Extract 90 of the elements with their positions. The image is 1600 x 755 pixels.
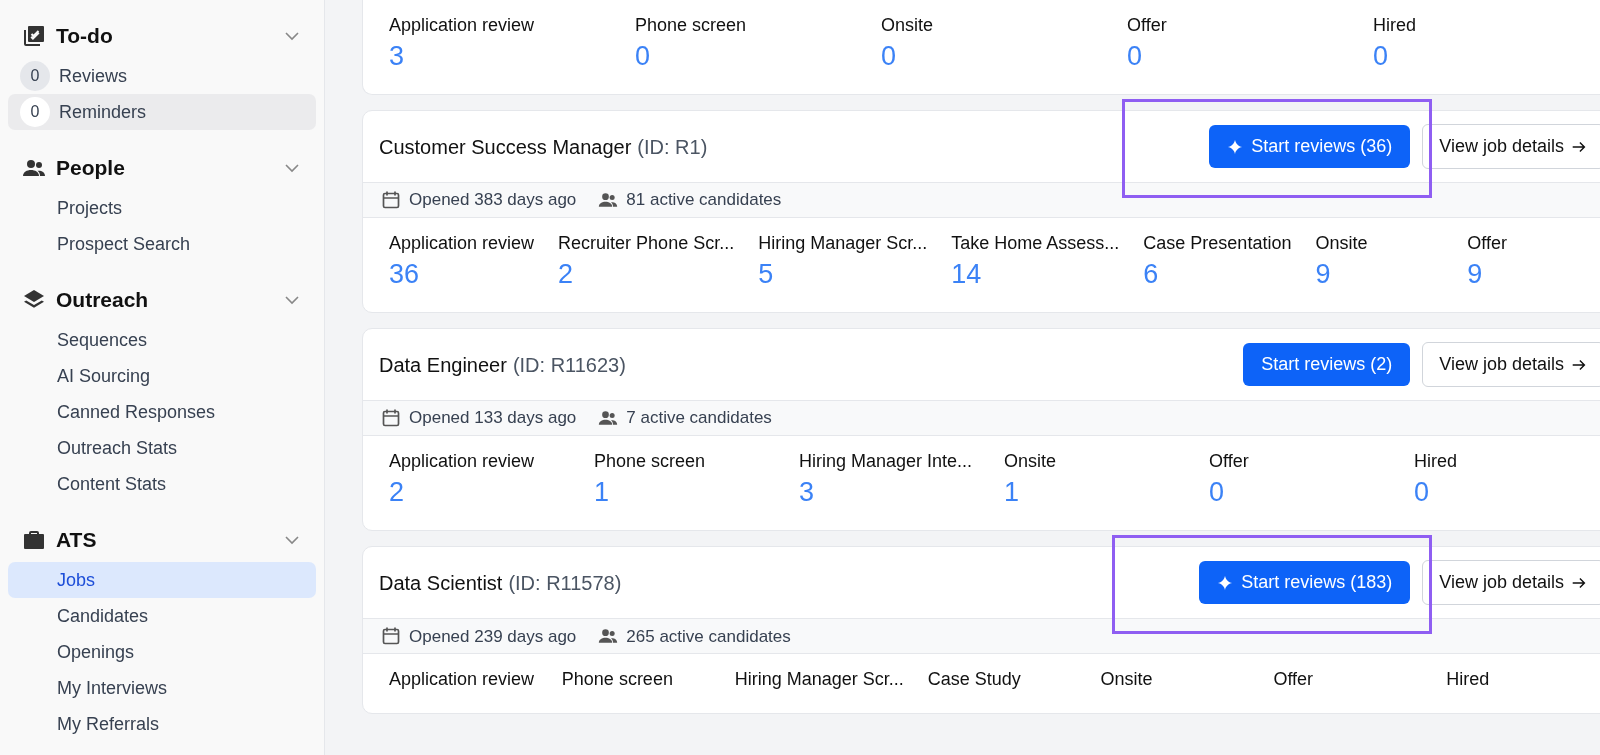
stage-label: Hired bbox=[1414, 450, 1458, 474]
stage-label: Phone screen bbox=[594, 450, 707, 474]
sidebar-item[interactable]: Outreach Stats bbox=[8, 430, 316, 466]
stage-count[interactable]: 1 bbox=[1004, 475, 1185, 511]
view-job-details-button[interactable]: View job details bbox=[1422, 560, 1600, 606]
stage-label: Case Study bbox=[927, 668, 1022, 692]
sidebar-item[interactable]: Projects bbox=[8, 190, 316, 226]
job-title: Data Engineer bbox=[379, 352, 507, 378]
stage-count[interactable]: 14 bbox=[951, 257, 1120, 293]
briefcase-icon bbox=[22, 528, 46, 552]
stage-count[interactable]: 36 bbox=[389, 257, 535, 293]
stage-label: Hired bbox=[1446, 668, 1491, 692]
stage-label: Phone screen bbox=[561, 668, 674, 692]
stage-label: Hiring Manager Inte... bbox=[799, 450, 974, 474]
stage-label: Application review bbox=[389, 232, 535, 256]
sidebar-item[interactable]: 0 Reviews bbox=[8, 58, 316, 94]
calendar-icon bbox=[381, 626, 401, 647]
stage-label: Onsite bbox=[1004, 450, 1058, 474]
sparkle-icon bbox=[1227, 138, 1244, 155]
stage-label: Onsite bbox=[1315, 232, 1369, 256]
candidates-text: 7 active candidates bbox=[626, 407, 772, 430]
candidates-text: 81 active candidates bbox=[626, 189, 782, 212]
sidebar-item[interactable]: Openings bbox=[8, 634, 316, 670]
stage-count[interactable]: 9 bbox=[1315, 257, 1444, 293]
job-id: (ID: R1) bbox=[637, 134, 708, 160]
sidebar-item[interactable]: My Interviews bbox=[8, 670, 316, 706]
stage-count[interactable]: 3 bbox=[389, 39, 611, 75]
sidebar-item-label: Reviews bbox=[59, 64, 128, 88]
stage-label: Onsite bbox=[881, 14, 935, 37]
job-title: Customer Success Manager bbox=[379, 134, 632, 160]
start-reviews-button[interactable]: Start reviews (36) bbox=[1209, 125, 1411, 169]
calendar-icon bbox=[381, 408, 401, 429]
stage-count[interactable]: 0 bbox=[1209, 475, 1390, 511]
sidebar-item[interactable]: Sequences bbox=[8, 322, 316, 358]
start-reviews-button[interactable]: Start reviews (2) bbox=[1243, 343, 1411, 387]
section-title[interactable]: Outreach bbox=[56, 284, 149, 316]
stage-label: Hiring Manager Scr... bbox=[758, 232, 928, 256]
opened-text: Opened 383 days ago bbox=[409, 189, 577, 212]
section-title[interactable]: To-do bbox=[56, 20, 113, 52]
count-badge: 0 bbox=[20, 61, 50, 91]
stage-label: Offer bbox=[1273, 668, 1315, 692]
stage-count[interactable]: 0 bbox=[1414, 475, 1595, 511]
sparkle-icon bbox=[1217, 574, 1234, 591]
sidebar-item[interactable]: AI Sourcing bbox=[8, 358, 316, 394]
opened-text: Opened 239 days ago bbox=[409, 625, 577, 648]
stage-label: Take Home Assess... bbox=[951, 232, 1120, 256]
stage-label: Case Presentation bbox=[1143, 232, 1292, 256]
section-title[interactable]: ATS bbox=[56, 524, 97, 556]
section-title[interactable]: People bbox=[56, 152, 125, 184]
count-badge: 0 bbox=[20, 97, 50, 127]
view-job-details-button[interactable]: View job details bbox=[1422, 342, 1600, 388]
stage-label: Application review bbox=[389, 14, 536, 37]
calendar-icon bbox=[381, 190, 401, 211]
stage-label: Recruiter Phone Scr... bbox=[558, 232, 735, 256]
stage-label: Hired bbox=[1373, 14, 1417, 37]
sidebar-item[interactable]: Jobs bbox=[8, 562, 316, 598]
start-reviews-button[interactable]: Start reviews (183) bbox=[1199, 561, 1411, 605]
stage-count[interactable]: 0 bbox=[1373, 39, 1595, 75]
sidebar-item[interactable]: Content Stats bbox=[8, 466, 316, 502]
stage-count[interactable]: 2 bbox=[558, 257, 735, 293]
sidebar-item[interactable]: Canned Responses bbox=[8, 394, 316, 430]
view-job-details-button[interactable]: View job details bbox=[1422, 124, 1600, 170]
stage-count[interactable]: 0 bbox=[1127, 39, 1349, 75]
sidebar-item[interactable]: Prospect Search bbox=[8, 226, 316, 262]
stage-count[interactable]: 5 bbox=[758, 257, 928, 293]
stage-count[interactable]: 9 bbox=[1467, 257, 1595, 293]
sidebar-item[interactable]: 0 Reminders bbox=[8, 94, 316, 130]
stage-label: Application review bbox=[389, 450, 536, 474]
sidebar-item[interactable]: My Referrals bbox=[8, 706, 316, 742]
checklist-icon bbox=[22, 24, 46, 48]
sidebar-item-label: Reminders bbox=[59, 100, 147, 124]
stage-label: Offer bbox=[1127, 14, 1168, 37]
stage-count[interactable]: 2 bbox=[389, 475, 570, 511]
stage-label: Application review bbox=[389, 668, 536, 692]
job-id: (ID: R11578) bbox=[508, 570, 622, 596]
stage-label: Offer bbox=[1209, 450, 1250, 474]
stage-label: Onsite bbox=[1100, 668, 1154, 692]
stage-count[interactable]: 6 bbox=[1143, 257, 1292, 293]
sidebar-item[interactable]: Candidates bbox=[8, 598, 316, 634]
stage-count[interactable]: 3 bbox=[799, 475, 980, 511]
stage-count[interactable]: 0 bbox=[881, 39, 1103, 75]
stage-count[interactable]: 1 bbox=[594, 475, 775, 511]
job-title: Data Scientist bbox=[379, 570, 503, 596]
opened-text: Opened 133 days ago bbox=[409, 407, 577, 430]
stage-count[interactable]: 0 bbox=[635, 39, 857, 75]
stage-label: Phone screen bbox=[635, 14, 748, 37]
stage-label: Offer bbox=[1467, 232, 1508, 256]
stage-label: Hiring Manager Scr... bbox=[734, 668, 904, 692]
candidates-text: 265 active candidates bbox=[626, 625, 791, 648]
job-id: (ID: R11623) bbox=[512, 352, 626, 378]
